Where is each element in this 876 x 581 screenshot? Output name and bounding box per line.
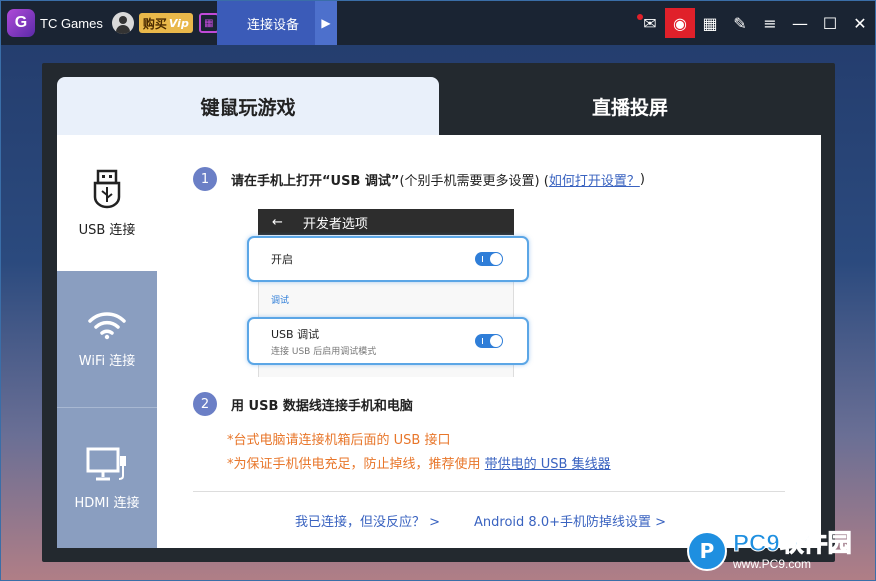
- step-1-end: ): [639, 171, 645, 187]
- connection-sidebar: USB 连接 WiFi 连接 HDMI 连接: [57, 135, 157, 548]
- menu-icon[interactable]: ≡: [755, 8, 785, 38]
- message-icon[interactable]: ✉: [635, 8, 665, 38]
- developer-options-title: 开发者选项: [302, 216, 368, 232]
- minimize-icon[interactable]: —: [785, 8, 815, 38]
- step-1-number: 1: [193, 167, 217, 191]
- usb-debug-sublabel: 连接 USB 后启用调试模式: [271, 346, 377, 357]
- pin-icon[interactable]: ✎: [725, 8, 755, 38]
- close-icon[interactable]: ✕: [845, 8, 875, 38]
- usb-debug-label: USB 调试: [271, 327, 320, 341]
- phone-illustration: ← 开发者选项 开启 调试 USB 调试 连接 USB 后启用调试模式: [247, 209, 529, 377]
- help-links: 我已连接，但没反应？ > Android 8.0+手机防掉线设置 >: [295, 511, 666, 530]
- sidebar-item-wifi[interactable]: WiFi 连接: [57, 271, 157, 408]
- layout-icon[interactable]: ▦: [695, 8, 725, 38]
- android-anti-drop-link[interactable]: Android 8.0+手机防掉线设置 >: [474, 511, 666, 530]
- tab-connect-label: 连接设备: [247, 17, 300, 33]
- buy-vip-button[interactable]: 购买 Vip: [138, 13, 193, 33]
- enable-label: 开启: [271, 253, 293, 266]
- phone-settings-list: 开启 调试 USB 调试 连接 USB 后启用调试模式: [247, 235, 529, 377]
- sidebar-wifi-label: WiFi 连接: [78, 353, 136, 369]
- step-2-number: 2: [193, 392, 217, 416]
- hdmi-icon: [86, 447, 126, 480]
- app-logo: G: [7, 9, 35, 37]
- step-2-text: 用 USB 数据线连接手机和电脑: [231, 398, 413, 414]
- monitor-icon[interactable]: ◉: [665, 8, 695, 38]
- tab-content: USB 连接 WiFi 连接 HDMI 连接 1 请在手机上打开“USB 调试”…: [57, 135, 821, 548]
- pc9-url: www.PC9.com: [733, 557, 812, 571]
- step-1-text: 请在手机上打开“USB 调试”: [231, 173, 400, 189]
- setting-enable: 开启: [247, 236, 529, 282]
- title-bar: G TC Games 购买 Vip ▦ 连接设备 ▶ ✉ ◉ ▦ ✎ ≡ — ☐…: [1, 1, 875, 45]
- back-arrow-icon: ←: [272, 214, 283, 230]
- sidebar-hdmi-label: HDMI 连接: [74, 495, 140, 511]
- step-1: 1 请在手机上打开“USB 调试” (个别手机需要更多设置) ( 如何打开设置？…: [193, 167, 645, 191]
- sidebar-usb-label: USB 连接: [78, 222, 136, 238]
- buy-label: 购买: [142, 16, 167, 31]
- vip-icon: Vip: [168, 16, 189, 30]
- mode-tabs: 键鼠玩游戏 直播投屏: [57, 77, 821, 135]
- tab-mouse-game[interactable]: 键鼠玩游戏: [57, 77, 439, 135]
- tab-arrow-icon[interactable]: ▶: [315, 1, 337, 45]
- pc9-title: PC9软件园: [733, 530, 853, 557]
- no-response-link[interactable]: 我已连接，但没反应？ >: [295, 511, 440, 530]
- note-power: *为保证手机供电充足，防止掉线，推荐使用 带供电的 USB 集线器: [227, 453, 611, 472]
- usb-instructions: 1 请在手机上打开“USB 调试” (个别手机需要更多设置) ( 如何打开设置？…: [157, 135, 821, 548]
- note-power-text: *为保证手机供电充足，防止掉线，推荐使用: [227, 457, 481, 472]
- debug-section-label: 调试: [271, 296, 290, 306]
- app-window: G TC Games 购买 Vip ▦ 连接设备 ▶ ✉ ◉ ▦ ✎ ≡ — ☐…: [0, 0, 876, 581]
- notification-dot: [637, 14, 643, 20]
- usb-icon: [93, 169, 121, 208]
- sidebar-item-usb[interactable]: USB 连接: [57, 135, 157, 271]
- usb-debug-toggle: [475, 334, 503, 348]
- tab-live-cast[interactable]: 直播投屏: [439, 77, 821, 135]
- enable-toggle: [475, 252, 503, 266]
- tab-connect-device[interactable]: 连接设备 ▶: [217, 1, 337, 45]
- app-name: TC Games: [40, 15, 103, 31]
- sidebar-item-hdmi[interactable]: HDMI 连接: [57, 408, 157, 548]
- powered-hub-link[interactable]: 带供电的 USB 集线器: [485, 457, 611, 472]
- connect-panel: 键鼠玩游戏 直播投屏 USB 连接 WiFi 连接 HDMI 连接 1 请在手机…: [42, 63, 835, 562]
- wifi-icon: [88, 311, 126, 339]
- step-2: 2 用 USB 数据线连接手机和电脑: [193, 392, 413, 416]
- user-avatar[interactable]: [111, 12, 134, 34]
- divider: [193, 491, 785, 492]
- phone-header: ← 开发者选项: [258, 209, 514, 235]
- pc9-watermark: P PC9软件园 www.PC9.com: [687, 528, 873, 574]
- maximize-icon[interactable]: ☐: [815, 8, 845, 38]
- usb-debug-text: USB 调试 连接 USB 后启用调试模式: [271, 326, 376, 357]
- calculator-icon[interactable]: ▦: [198, 13, 219, 33]
- setting-usb-debug: USB 调试 连接 USB 后启用调试模式: [247, 317, 529, 365]
- how-to-setup-link[interactable]: 如何打开设置？: [549, 170, 640, 189]
- window-controls: ✉ ◉ ▦ ✎ ≡ — ☐ ✕: [635, 1, 875, 45]
- pc9-logo: P: [687, 531, 727, 571]
- note-desktop: *台式电脑请连接机箱后面的 USB 接口: [227, 433, 451, 448]
- step-1-hint: (个别手机需要更多设置) (: [399, 173, 549, 189]
- pc9-text: PC9软件园 www.PC9.com: [733, 530, 853, 571]
